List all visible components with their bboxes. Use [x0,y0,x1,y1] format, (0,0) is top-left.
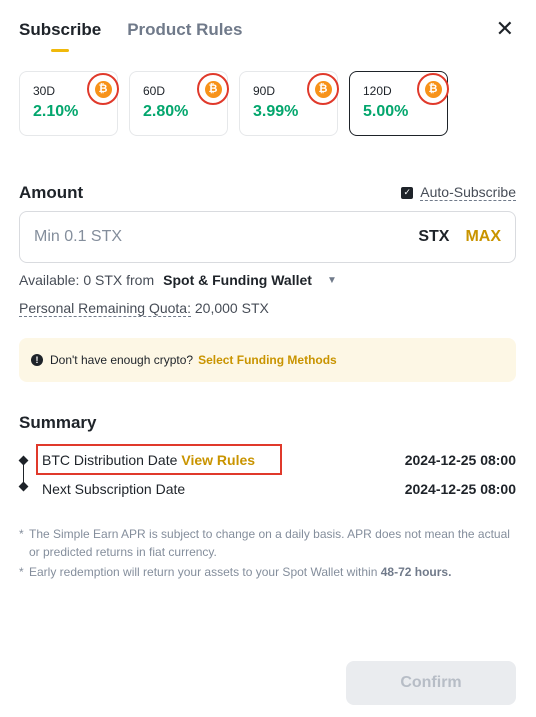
summary-row-distribution: BTC Distribution Date View Rules 2024-12-… [42,452,516,468]
amount-input[interactable] [34,228,419,246]
duration-selector: 30D 2.10% ₿ 60D 2.80% ₿ 90D 3.99% ₿ 120D… [19,71,449,136]
select-funding-methods-link[interactable]: Select Funding Methods [198,353,337,367]
duration-card-120d[interactable]: 120D 5.00% ₿ [349,71,449,136]
bitcoin-badge: ₿ [87,73,119,105]
footnote-redemption: * Early redemption will return your asset… [19,565,452,579]
duration-apr: 2.80% [143,103,189,120]
funding-notice: ! Don't have enough crypto? Select Fundi… [19,338,516,382]
amount-label: Amount [19,183,84,202]
bitcoin-badge: ₿ [197,73,229,105]
auto-subscribe[interactable]: ✓ Auto-Subscribe [401,184,516,201]
footnote-apr: * The Simple Earn APR is subject to chang… [19,527,510,559]
duration-card-30d[interactable]: 30D 2.10% ₿ [19,71,119,136]
remaining-quota: Personal Remaining Quota: 20,000 STX [19,300,269,317]
notice-text: Don't have enough crypto? [50,353,194,367]
max-button[interactable]: MAX [465,228,501,246]
duration-card-90d[interactable]: 90D 3.99% ₿ [239,71,339,136]
distribution-date: 2024-12-25 08:00 [404,452,516,468]
available-text: Available: 0 STX from [19,272,155,288]
amount-input-box: STX MAX [19,211,516,263]
quota-label[interactable]: Personal Remaining Quota: [19,300,191,317]
auto-subscribe-label[interactable]: Auto-Subscribe [420,184,516,201]
available-balance: Available: 0 STX from Spot & Funding Wal… [19,272,337,288]
warning-icon: ! [31,354,43,366]
confirm-button[interactable]: Confirm [346,661,516,705]
bitcoin-icon: ₿ [424,80,442,98]
duration-apr: 3.99% [253,103,299,120]
bitcoin-badge: ₿ [417,73,449,105]
caret-down-icon[interactable]: ▼ [327,275,337,286]
footnotes: * The Simple Earn APR is subject to chang… [19,525,519,583]
summary-title: Summary [19,413,97,432]
tab-bar: Subscribe Product Rules [19,20,242,52]
tab-product-rules[interactable]: Product Rules [127,20,242,50]
duration-apr: 2.10% [33,103,79,120]
summary-row-next-subscription: Next Subscription Date 2024-12-25 08:00 [42,481,516,497]
timeline-icon [18,455,29,493]
close-icon[interactable]: ✕ [496,18,514,40]
distribution-label: BTC Distribution Date [42,452,178,468]
next-subscription-label: Next Subscription Date [42,481,186,497]
duration-apr: 5.00% [363,103,409,120]
view-rules-link[interactable]: View Rules [181,452,255,468]
wallet-selector[interactable]: Spot & Funding Wallet [163,272,312,288]
checkbox-checked-icon[interactable]: ✓ [401,186,414,199]
bitcoin-icon: ₿ [204,80,222,98]
bitcoin-icon: ₿ [94,80,112,98]
bitcoin-badge: ₿ [307,73,339,105]
amount-unit: STX [418,228,450,245]
duration-card-60d[interactable]: 60D 2.80% ₿ [129,71,229,136]
bitcoin-icon: ₿ [314,80,332,98]
next-subscription-date: 2024-12-25 08:00 [404,481,516,497]
quota-value: 20,000 STX [194,300,269,316]
tab-subscribe[interactable]: Subscribe [19,20,101,52]
